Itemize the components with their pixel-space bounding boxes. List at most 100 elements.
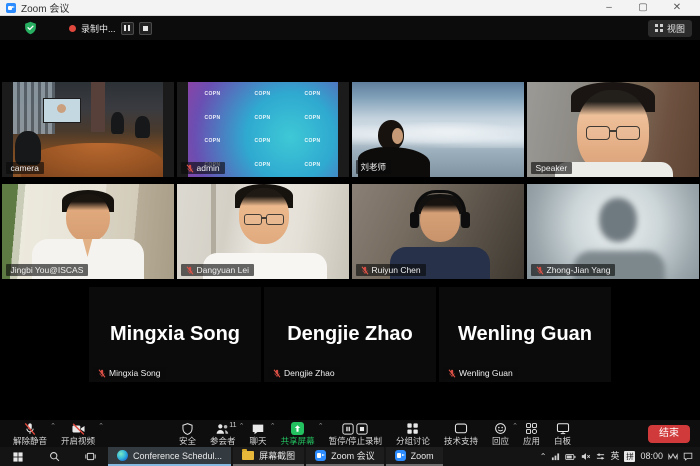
video-tile-jingbi-you[interactable]: Jingbi You@ISCAS — [2, 184, 174, 279]
headphone-cup — [461, 212, 470, 228]
task-view-icon[interactable] — [72, 447, 108, 466]
language-indicator[interactable]: 英 — [610, 452, 619, 461]
participant-name: Dangyuan Lei — [197, 265, 249, 275]
taskbar-app-screenshot[interactable]: 屏幕截图 — [233, 447, 304, 466]
pause-stop-record-icons — [342, 422, 368, 436]
folder-icon — [242, 451, 254, 460]
stop-recording-button[interactable] — [139, 22, 152, 35]
tech-support-button[interactable]: 技术支持 — [437, 420, 485, 447]
battery-icon[interactable] — [565, 453, 576, 461]
participant-nametag: Dangyuan Lei — [181, 264, 254, 276]
muted-mic-icon — [273, 369, 281, 378]
participant-nametag: Speaker — [531, 162, 573, 174]
start-video-button[interactable]: 开启视频 ⌃ — [54, 420, 102, 447]
person-head — [66, 194, 110, 242]
participants-count-badge: 11 — [229, 422, 236, 429]
taskbar-app-label: Zoom 会议 — [331, 449, 375, 462]
logo-watermark: COPN — [288, 153, 338, 177]
taskbar-app-label: 屏幕截图 — [259, 449, 295, 462]
pause-recording-button[interactable] — [121, 22, 134, 35]
headphones-band — [414, 190, 466, 212]
security-shield-icon — [181, 422, 194, 436]
projector-screen-decor — [43, 98, 81, 123]
participant-nametag: Ruiyun Chen — [356, 264, 426, 276]
whiteboard-button[interactable]: 白板 — [547, 420, 578, 447]
participant-name: Jingbi You@ISCAS — [11, 265, 84, 275]
ime-mode-indicator[interactable]: 拼 — [624, 451, 635, 462]
apps-button[interactable]: 应用 — [516, 420, 547, 447]
video-tile-wenling-guan[interactable]: Wenling Guan Wenling Guan — [439, 287, 611, 382]
person-head — [599, 198, 637, 242]
video-row-3: Mingxia Song Mingxia Song Dengjie Zhao D… — [0, 287, 700, 382]
video-tile-dengjie-zhao[interactable]: Dengjie Zhao Dengjie Zhao — [264, 287, 436, 382]
chat-button[interactable]: 聊天 ⌃ — [243, 420, 274, 447]
video-tile-liu-laoshi[interactable]: 刘老师 — [352, 82, 524, 177]
attendee-silhouette — [111, 112, 124, 134]
recording-label: 录制中... — [81, 22, 116, 35]
taskbar-app-zoom[interactable]: Zoom — [386, 447, 443, 466]
attendee-silhouette — [135, 116, 150, 138]
video-tile-camera[interactable]: camera — [2, 82, 174, 177]
person-face — [392, 128, 403, 144]
video-tile-speaker-active[interactable]: Speaker — [527, 82, 699, 177]
taskbar-search-icon[interactable] — [36, 447, 72, 466]
record-control-label: 暂停/停止录制 — [329, 437, 382, 446]
security-button[interactable]: 安全 — [172, 420, 203, 447]
network-signal-icon[interactable] — [551, 452, 560, 461]
participant-name: Dengjie Zhao — [284, 368, 335, 378]
person-shirt — [555, 162, 673, 177]
participants-button[interactable]: 参会者 11 ⌃ — [203, 420, 243, 447]
zoom-app-icon — [315, 450, 326, 461]
clock[interactable]: 08:00 — [640, 452, 663, 461]
video-tile-mingxia-song[interactable]: Mingxia Song Mingxia Song — [89, 287, 261, 382]
security-label: 安全 — [179, 437, 196, 446]
participant-nametag: Wenling Guan — [443, 367, 518, 379]
volume-muted-icon[interactable] — [581, 452, 591, 461]
view-button[interactable]: 视图 — [648, 20, 692, 37]
breakout-grid-icon — [406, 422, 419, 436]
grid-view-icon — [655, 24, 663, 32]
video-tile-admin[interactable]: COPN COPN COPN COPN COPN COPN COPN COPN … — [177, 82, 349, 177]
minimize-button[interactable]: – — [592, 0, 626, 15]
breakout-rooms-button[interactable]: 分组讨论 — [389, 420, 437, 447]
logo-watermark: COPN — [288, 82, 338, 106]
participant-name: 刘老师 — [361, 161, 387, 173]
encryption-shield-icon[interactable] — [24, 21, 37, 35]
activity-meter-icon[interactable] — [668, 452, 678, 461]
person-glasses — [243, 214, 285, 224]
logo-watermark: COPN — [288, 106, 338, 130]
video-tile-zhongjian-yang[interactable]: Zhong-Jian Yang — [527, 184, 699, 279]
video-row-2: Jingbi You@ISCAS Dangyuan — [0, 184, 700, 279]
video-row-1: camera COPN COPN COPN COPN COPN COPN COP… — [0, 82, 700, 177]
muted-mic-icon — [361, 266, 369, 275]
pause-stop-recording-button[interactable]: 暂停/停止录制 — [322, 420, 389, 447]
video-tile-dangyuan-lei[interactable]: Dangyuan Lei — [177, 184, 349, 279]
share-screen-button[interactable]: 共享屏幕 ⌃ — [274, 420, 322, 447]
whiteboard-icon — [556, 422, 570, 436]
apps-icon — [525, 422, 538, 436]
reactions-label: 回应 — [492, 437, 509, 446]
chat-label: 聊天 — [250, 437, 267, 446]
end-meeting-button[interactable]: 结束 — [648, 425, 690, 443]
share-screen-icon — [291, 422, 304, 436]
taskbar-app-zoom-meeting[interactable]: Zoom 会议 — [306, 447, 384, 466]
notification-center-icon[interactable] — [683, 452, 693, 461]
reactions-button[interactable]: 回应 ⌃ — [485, 420, 516, 447]
video-options-chevron[interactable]: ⌃ — [98, 423, 104, 430]
video-tile-ruiyun-chen[interactable]: Ruiyun Chen — [352, 184, 524, 279]
taskbar-app-conference-schedule[interactable]: Conference Schedul... — [108, 447, 231, 466]
mic-muted-icon — [23, 422, 37, 436]
muted-mic-icon — [186, 164, 194, 173]
edge-browser-icon — [117, 450, 128, 461]
close-button[interactable]: ✕ — [660, 0, 694, 15]
participant-name: camera — [11, 163, 39, 173]
logo-watermark: COPN — [188, 106, 238, 130]
muted-mic-icon — [186, 266, 194, 275]
start-button[interactable] — [0, 447, 36, 466]
maximize-button[interactable]: ▢ — [626, 0, 660, 15]
meeting-toolbar: 解除静音 ⌃ 开启视频 ⌃ 安全 参会者 11 ⌃ — [0, 420, 700, 447]
participant-name: Mingxia Song — [109, 368, 161, 378]
unmute-button[interactable]: 解除静音 ⌃ — [6, 420, 54, 447]
tray-expand-chevron-icon[interactable]: ⌃ — [540, 453, 547, 461]
ime-toolbar-icon[interactable] — [596, 452, 605, 461]
